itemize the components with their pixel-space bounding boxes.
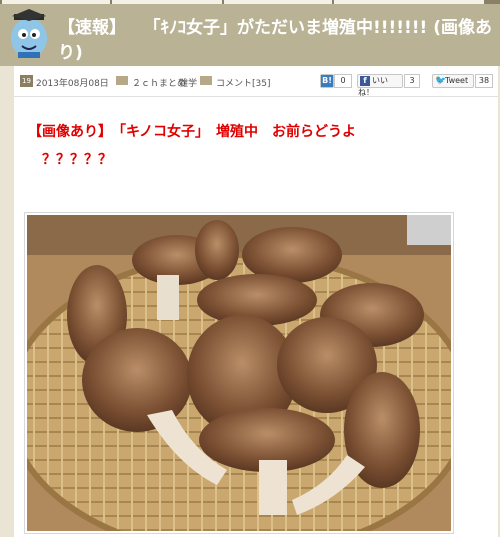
left-margin (0, 66, 14, 537)
headline-line2: ？？？？？ (42, 152, 112, 168)
facebook-count: 3 (404, 74, 420, 88)
article-header: 【速報】 「ｷﾉｺ女子」がただいま増殖中!!!!!!! (画像あり) (0, 4, 500, 66)
category-link[interactable]: ２ｃｈまとめ (132, 76, 186, 89)
article-headline: 【画像あり】 「キノコ女子」 増殖中 お前らどうよ ？？？？？ (28, 118, 488, 174)
tweet-count: 38 (475, 74, 493, 88)
title-prefix: 【速報】 (58, 18, 126, 38)
article-image-frame[interactable] (24, 212, 454, 534)
comments-link[interactable]: コメント[35] (216, 76, 270, 89)
hatena-bookmark-button[interactable]: B! (320, 74, 334, 88)
meta-divider (14, 96, 498, 97)
mushroom-photo (27, 215, 451, 531)
post-date: 2013年08月08日 (36, 79, 109, 89)
twitter-bird-icon: 🐦 (435, 76, 447, 86)
calendar-icon: 19 (20, 75, 33, 87)
mascot-icon (11, 9, 47, 58)
category-link[interactable]: 雑学 (179, 76, 197, 89)
tweet-button[interactable]: 🐦Tweet (432, 74, 474, 88)
article-body: 19 2013年08月08日 ２ｃｈまとめ 雑学 コメント[35] B! 0 f… (14, 66, 498, 537)
facebook-icon: f (360, 76, 370, 86)
article-meta: 19 2013年08月08日 ２ｃｈまとめ 雑学 コメント[35] B! 0 f… (14, 66, 498, 97)
headline-line1: 【画像あり】 「キノコ女子」 増殖中 お前らどうよ (28, 124, 357, 140)
hatena-count: 0 (334, 74, 352, 88)
hatena-icon: B! (321, 75, 333, 87)
tweet-label: Tweet (445, 76, 469, 85)
article-title[interactable]: 【速報】 「ｷﾉｺ女子」がただいま増殖中!!!!!!! (画像あり) (58, 16, 494, 66)
comment-icon (200, 76, 212, 85)
folder-icon (116, 76, 128, 85)
facebook-like-button[interactable]: f いいね！ (357, 74, 403, 97)
